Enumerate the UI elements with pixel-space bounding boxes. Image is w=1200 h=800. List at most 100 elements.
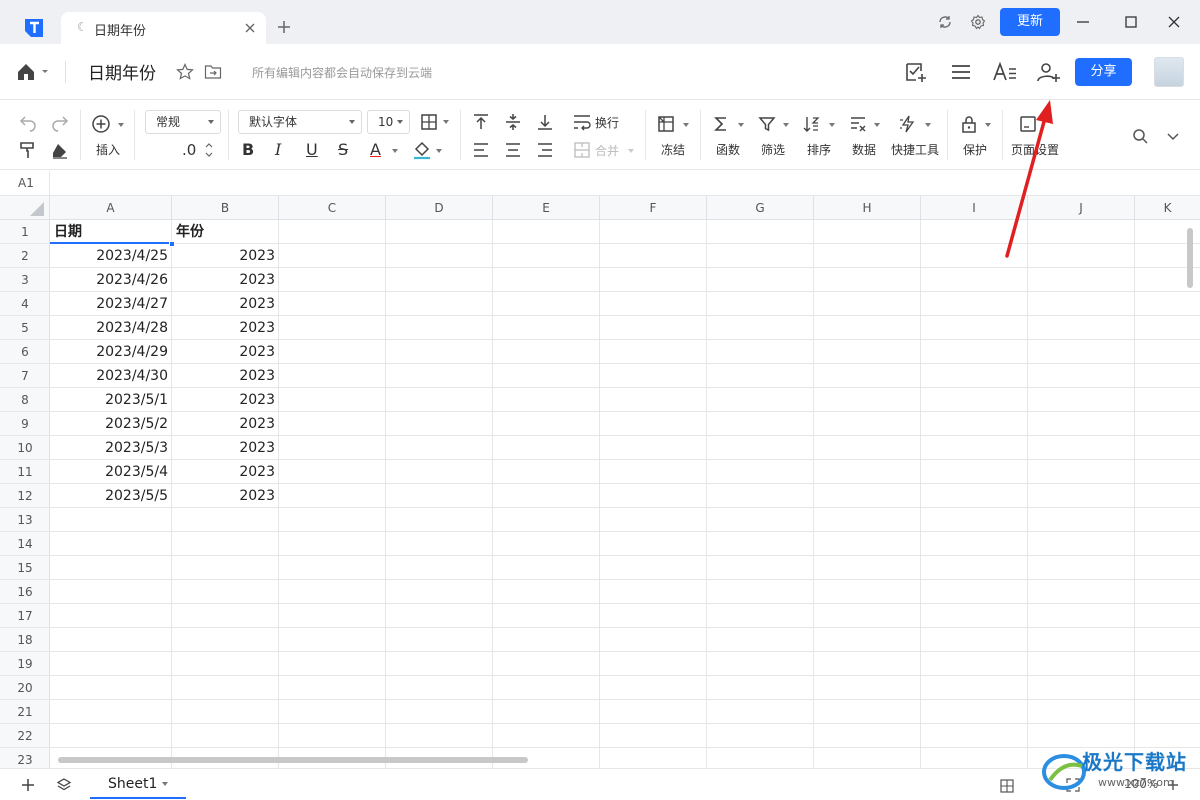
font-size-select[interactable]: 10 — [367, 110, 410, 134]
table-cell[interactable]: 2023/5/5 — [52, 484, 168, 508]
row-header-23[interactable]: 23 — [0, 748, 50, 768]
align-left-icon[interactable] — [471, 140, 491, 160]
decimal-button[interactable]: .0 — [182, 141, 196, 159]
row-header-9[interactable]: 9 — [0, 412, 50, 436]
font-family-select[interactable]: 默认字体 — [238, 110, 362, 134]
row-header-5[interactable]: 5 — [0, 316, 50, 340]
table-cell[interactable]: 2023/5/4 — [52, 460, 168, 484]
row-header-20[interactable]: 20 — [0, 676, 50, 700]
merge-cells-label[interactable]: 合并 — [595, 142, 619, 159]
align-right-icon[interactable] — [535, 140, 555, 160]
maximize-icon[interactable] — [1123, 14, 1139, 30]
table-cell[interactable]: 2023/5/3 — [52, 436, 168, 460]
insert-icon[interactable] — [91, 114, 111, 134]
table-cell[interactable]: 2023/5/2 — [52, 412, 168, 436]
column-header-g[interactable]: G — [707, 196, 814, 220]
row-header-1[interactable]: 1 — [0, 220, 50, 244]
row-header-17[interactable]: 17 — [0, 604, 50, 628]
freeze-icon[interactable] — [656, 114, 676, 134]
chevron-down-icon[interactable] — [1163, 126, 1183, 146]
data-icon[interactable] — [848, 114, 868, 134]
table-cell[interactable]: 2023/4/30 — [52, 364, 168, 388]
align-center-icon[interactable] — [503, 140, 523, 160]
strikethrough-button[interactable]: S — [338, 140, 348, 159]
borders-dropdown-icon[interactable] — [443, 120, 449, 124]
row-header-13[interactable]: 13 — [0, 508, 50, 532]
row-header-14[interactable]: 14 — [0, 532, 50, 556]
table-cell[interactable]: 2023 — [174, 436, 275, 460]
function-label[interactable]: 函数 — [716, 141, 740, 158]
row-header-12[interactable]: 12 — [0, 484, 50, 508]
table-cell[interactable]: 2023/4/27 — [52, 292, 168, 316]
table-cell[interactable]: 2023 — [174, 244, 275, 268]
new-tab-icon[interactable] — [276, 19, 292, 35]
search-icon[interactable] — [1130, 126, 1150, 146]
table-cell[interactable]: 2023/4/26 — [52, 268, 168, 292]
row-header-6[interactable]: 6 — [0, 340, 50, 364]
update-button[interactable]: 更新 — [1000, 8, 1060, 36]
row-header-19[interactable]: 19 — [0, 652, 50, 676]
merge-dropdown-icon[interactable] — [628, 149, 634, 153]
close-tab-icon[interactable] — [243, 21, 257, 35]
row-header-3[interactable]: 3 — [0, 268, 50, 292]
row-header-16[interactable]: 16 — [0, 580, 50, 604]
fill-handle[interactable] — [169, 241, 175, 247]
row-header-8[interactable]: 8 — [0, 388, 50, 412]
row-header-18[interactable]: 18 — [0, 628, 50, 652]
row-header-4[interactable]: 4 — [0, 292, 50, 316]
table-cell[interactable]: 2023/5/1 — [52, 388, 168, 412]
quick-tools-icon[interactable] — [898, 114, 918, 134]
minimize-icon[interactable] — [1075, 14, 1091, 30]
table-cell[interactable]: 2023 — [174, 316, 275, 340]
table-cell[interactable]: 2023 — [174, 268, 275, 292]
table-cell[interactable]: 2023 — [174, 412, 275, 436]
sync-icon[interactable] — [937, 14, 953, 30]
page-setup-label[interactable]: 页面设置 — [1011, 141, 1059, 158]
share-button[interactable]: 分享 — [1075, 58, 1132, 86]
sheet-tab-active[interactable]: Sheet1 — [90, 769, 186, 799]
redo-icon[interactable] — [50, 112, 70, 132]
sort-icon[interactable] — [802, 114, 822, 134]
select-all-corner[interactable] — [0, 196, 50, 220]
gear-icon[interactable] — [970, 14, 986, 30]
avatar[interactable] — [1154, 57, 1184, 87]
column-header-h[interactable]: H — [814, 196, 921, 220]
underline-button[interactable]: U — [306, 140, 318, 159]
text-style-icon[interactable] — [992, 61, 1018, 83]
table-cell[interactable]: 2023 — [174, 484, 275, 508]
row-header-22[interactable]: 22 — [0, 724, 50, 748]
vertical-scrollbar[interactable] — [1187, 228, 1193, 288]
column-header-f[interactable]: F — [600, 196, 707, 220]
cell-reference[interactable]: A1 — [18, 176, 34, 190]
decimal-stepper-icon[interactable] — [205, 141, 213, 159]
row-header-15[interactable]: 15 — [0, 556, 50, 580]
quick-tools-label[interactable]: 快捷工具 — [891, 141, 939, 158]
column-header-j[interactable]: J — [1028, 196, 1135, 220]
align-middle-icon[interactable] — [503, 112, 523, 132]
fill-color-icon[interactable] — [412, 140, 432, 160]
function-dropdown-icon[interactable] — [738, 123, 744, 127]
protect-label[interactable]: 保护 — [963, 141, 987, 158]
eraser-icon[interactable] — [50, 140, 70, 160]
sheet-tab-dropdown-icon[interactable] — [162, 782, 168, 786]
fill-color-dropdown-icon[interactable] — [436, 149, 442, 153]
sort-dropdown-icon[interactable] — [829, 123, 835, 127]
horizontal-scrollbar[interactable] — [58, 757, 528, 763]
star-icon[interactable] — [176, 63, 194, 81]
protect-dropdown-icon[interactable] — [985, 123, 991, 127]
move-to-folder-icon[interactable] — [204, 64, 222, 80]
page-setup-icon[interactable] — [1018, 114, 1038, 134]
data-dropdown-icon[interactable] — [874, 123, 880, 127]
italic-button[interactable]: I — [275, 140, 281, 159]
table-cell[interactable]: 2023/4/29 — [52, 340, 168, 364]
sort-label[interactable]: 排序 — [807, 141, 831, 158]
column-header-c[interactable]: C — [279, 196, 386, 220]
insert-dropdown-icon[interactable] — [118, 123, 124, 127]
spreadsheet-grid[interactable]: ABCDEFGHIJK 1 2 3 4 5 6 7 8 9 10 11 12 13 14 15 16 17 18 1… — [0, 196, 1200, 768]
document-title[interactable]: 日期年份 — [88, 59, 156, 84]
column-header-b[interactable]: B — [172, 196, 279, 220]
add-sheet-icon[interactable] — [20, 777, 36, 793]
table-cell[interactable]: 2023 — [174, 364, 275, 388]
align-top-icon[interactable] — [471, 112, 491, 132]
column-header-k[interactable]: K — [1135, 196, 1200, 220]
